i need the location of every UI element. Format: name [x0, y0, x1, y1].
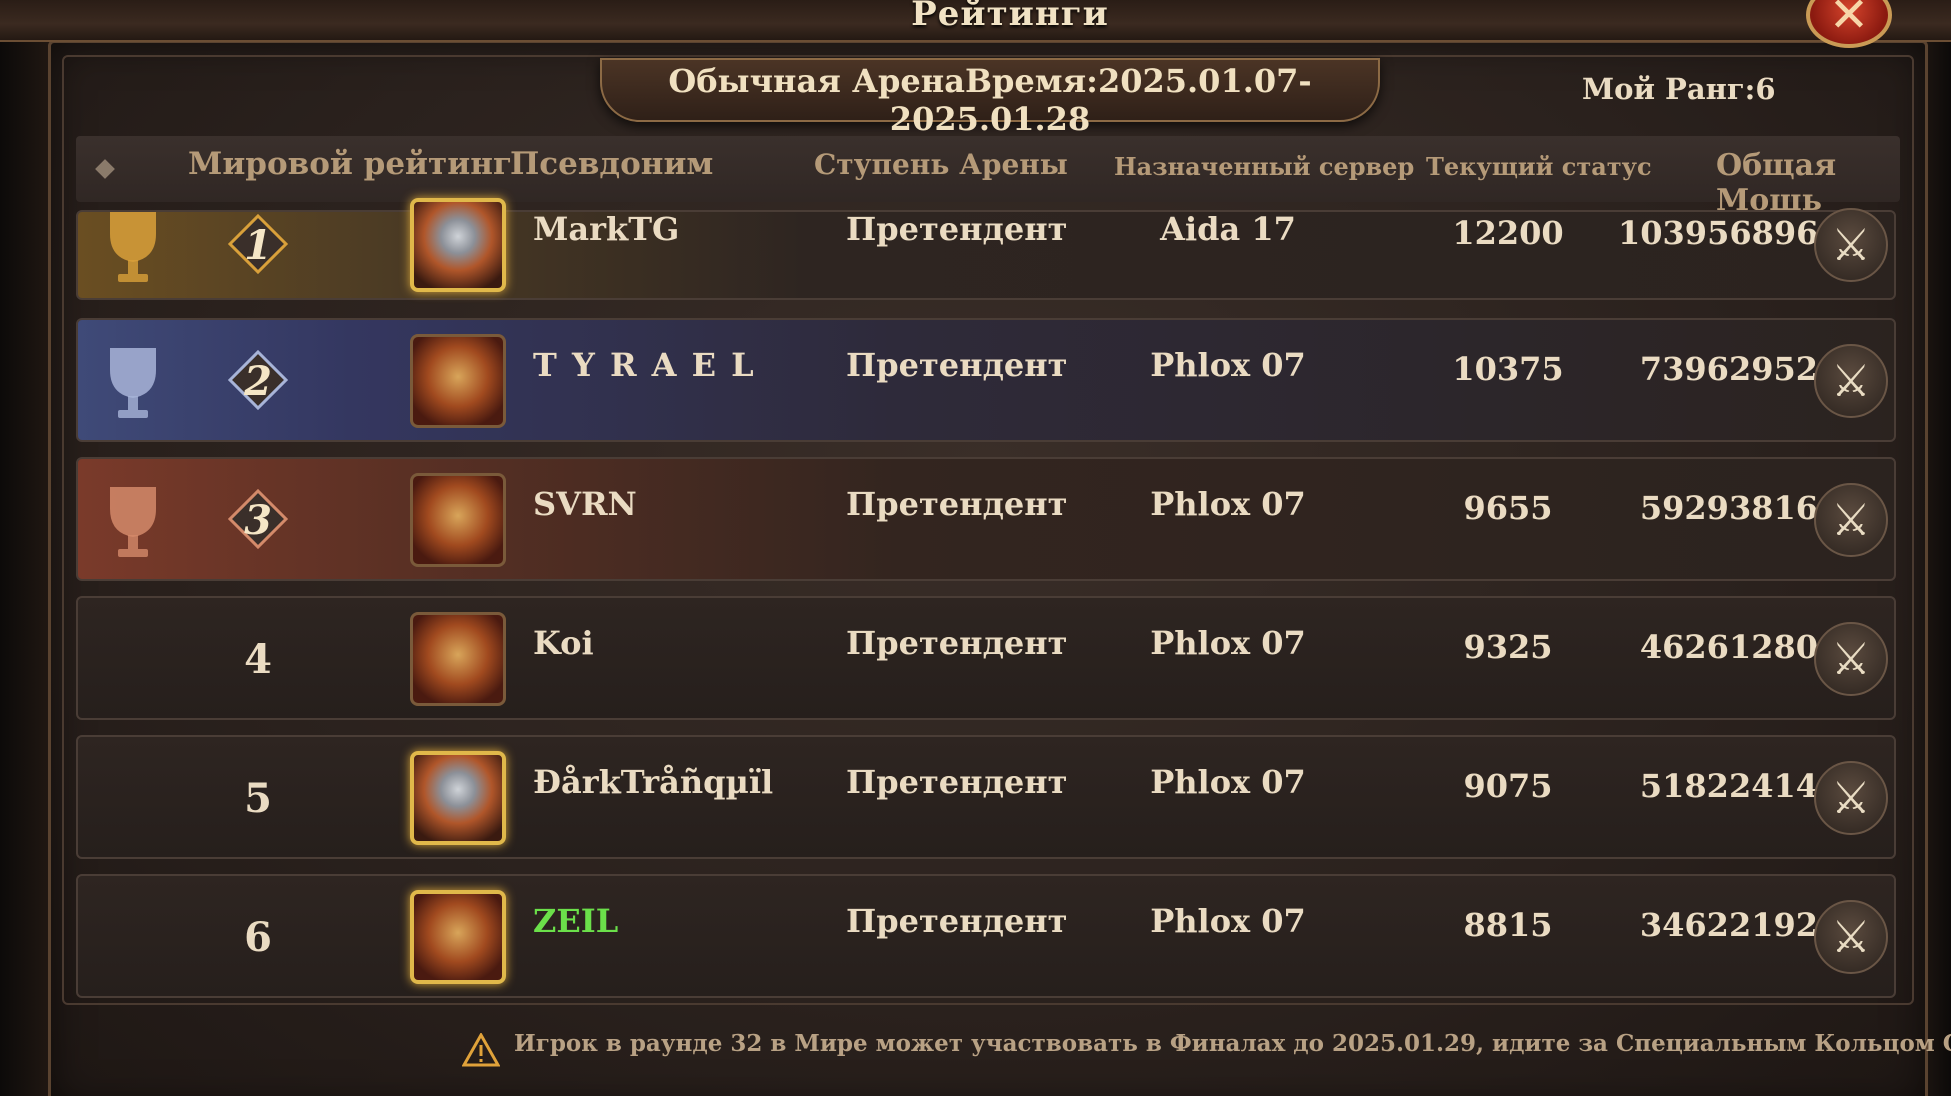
rank-number: 6 [244, 914, 272, 961]
player-avatar[interactable] [410, 751, 506, 845]
rank-number: 2 [244, 358, 272, 405]
total-power: 51822414 [1639, 767, 1818, 805]
server-name: Phlox 07 [1150, 902, 1306, 940]
arena-tier: Претендент [846, 210, 1068, 248]
arena-tier: Претендент [846, 763, 1068, 801]
player-name: ĐårkTråñqµïl [533, 763, 774, 801]
challenge-button[interactable]: ⚔ [1814, 761, 1888, 835]
header-world-rank: Мировой рейтинг [188, 146, 512, 182]
current-status: 12200 [1452, 214, 1564, 252]
table-header: Мировой рейтинг Псевдоним Ступень Арены … [76, 136, 1900, 218]
arena-tier: Претендент [846, 485, 1068, 523]
total-power: 46261280 [1639, 628, 1818, 666]
current-status: 9655 [1463, 489, 1553, 527]
player-avatar[interactable] [410, 890, 506, 984]
table-row[interactable]: 3 SVRN Претендент Phlox 07 9655 59293816 ⚔ [76, 457, 1896, 581]
close-icon: ✕ [1828, 0, 1870, 43]
total-power: 103956896 [1618, 214, 1819, 252]
table-row[interactable]: 6 ZEIL Претендент Phlox 07 8815 34622192 ⚔ [76, 874, 1896, 998]
player-name: SVRN [533, 485, 637, 523]
header-power: Общая Мощь [1716, 148, 1837, 218]
crossed-swords-icon: ⚔ [1831, 772, 1871, 824]
player-avatar[interactable] [410, 334, 506, 428]
challenge-button[interactable]: ⚔ [1814, 622, 1888, 696]
current-status: 10375 [1452, 350, 1564, 388]
table-row[interactable]: 5 ĐårkTråñqµïl Претендент Phlox 07 9075 51822… [76, 735, 1896, 859]
server-name: Aida 17 [1160, 210, 1296, 248]
player-avatar[interactable] [410, 198, 506, 292]
table-row[interactable]: 1 MarkTG Претендент Aida 17 12200 103956896 ⚔ [76, 198, 1896, 300]
server-name: Phlox 07 [1150, 763, 1306, 801]
window-title: Рейтинги [911, 0, 1109, 34]
header-nickname: Псевдоним [510, 146, 714, 182]
crossed-swords-icon: ⚔ [1831, 911, 1871, 963]
player-avatar[interactable] [410, 612, 506, 706]
current-status: 9325 [1463, 628, 1553, 666]
diamond-icon [95, 159, 115, 179]
crossed-swords-icon: ⚔ [1831, 219, 1871, 271]
arena-tier: Претендент [846, 902, 1068, 940]
season-notice: Игрок в раунде 32 в Мире может участвова… [514, 1030, 1951, 1057]
header-status: Текущий статус [1426, 152, 1652, 181]
player-avatar[interactable] [410, 473, 506, 567]
crossed-swords-icon: ⚔ [1831, 633, 1871, 685]
arena-tier: Претендент [846, 346, 1068, 384]
header-arena-tier: Ступень Арены [814, 148, 1068, 181]
table-row[interactable]: 2 T Y R A E L Претендент Phlox 07 10375 73962… [76, 318, 1896, 442]
player-name: ZEIL [533, 902, 619, 940]
current-status: 9075 [1463, 767, 1553, 805]
table-row[interactable]: 4 Koi Претендент Phlox 07 9325 46261280 ⚔ [76, 596, 1896, 720]
trophy-icon [110, 212, 156, 282]
rank-number: 4 [244, 636, 272, 683]
crossed-swords-icon: ⚔ [1831, 355, 1871, 407]
challenge-button[interactable]: ⚔ [1814, 900, 1888, 974]
player-name: Koi [533, 624, 594, 662]
arena-tier: Претендент [846, 624, 1068, 662]
server-name: Phlox 07 [1150, 624, 1306, 662]
server-name: Phlox 07 [1150, 485, 1306, 523]
arena-banner: Обычная АренаВремя:2025.01.07-2025.01.28 [600, 58, 1380, 138]
crossed-swords-icon: ⚔ [1831, 494, 1871, 546]
arena-period-text: Обычная АренаВремя:2025.01.07-2025.01.28 [668, 62, 1312, 138]
rank-number: 5 [244, 775, 272, 822]
rank-number: 1 [244, 222, 272, 269]
header-server: Назначенный сервер [1114, 152, 1415, 181]
warning-icon [462, 1033, 500, 1067]
challenge-button[interactable]: ⚔ [1814, 208, 1888, 282]
trophy-icon [110, 487, 156, 557]
challenge-button[interactable]: ⚔ [1814, 483, 1888, 557]
rank-number: 3 [244, 497, 272, 544]
player-name: MarkTG [533, 210, 680, 248]
total-power: 59293816 [1639, 489, 1818, 527]
server-name: Phlox 07 [1150, 346, 1306, 384]
challenge-button[interactable]: ⚔ [1814, 344, 1888, 418]
current-status: 8815 [1463, 906, 1553, 944]
total-power: 73962952 [1639, 350, 1818, 388]
player-name: T Y R A E L [533, 346, 756, 384]
total-power: 34622192 [1639, 906, 1818, 944]
trophy-icon [110, 348, 156, 418]
my-rank-label: Мой Ранг:6 [1582, 72, 1776, 106]
